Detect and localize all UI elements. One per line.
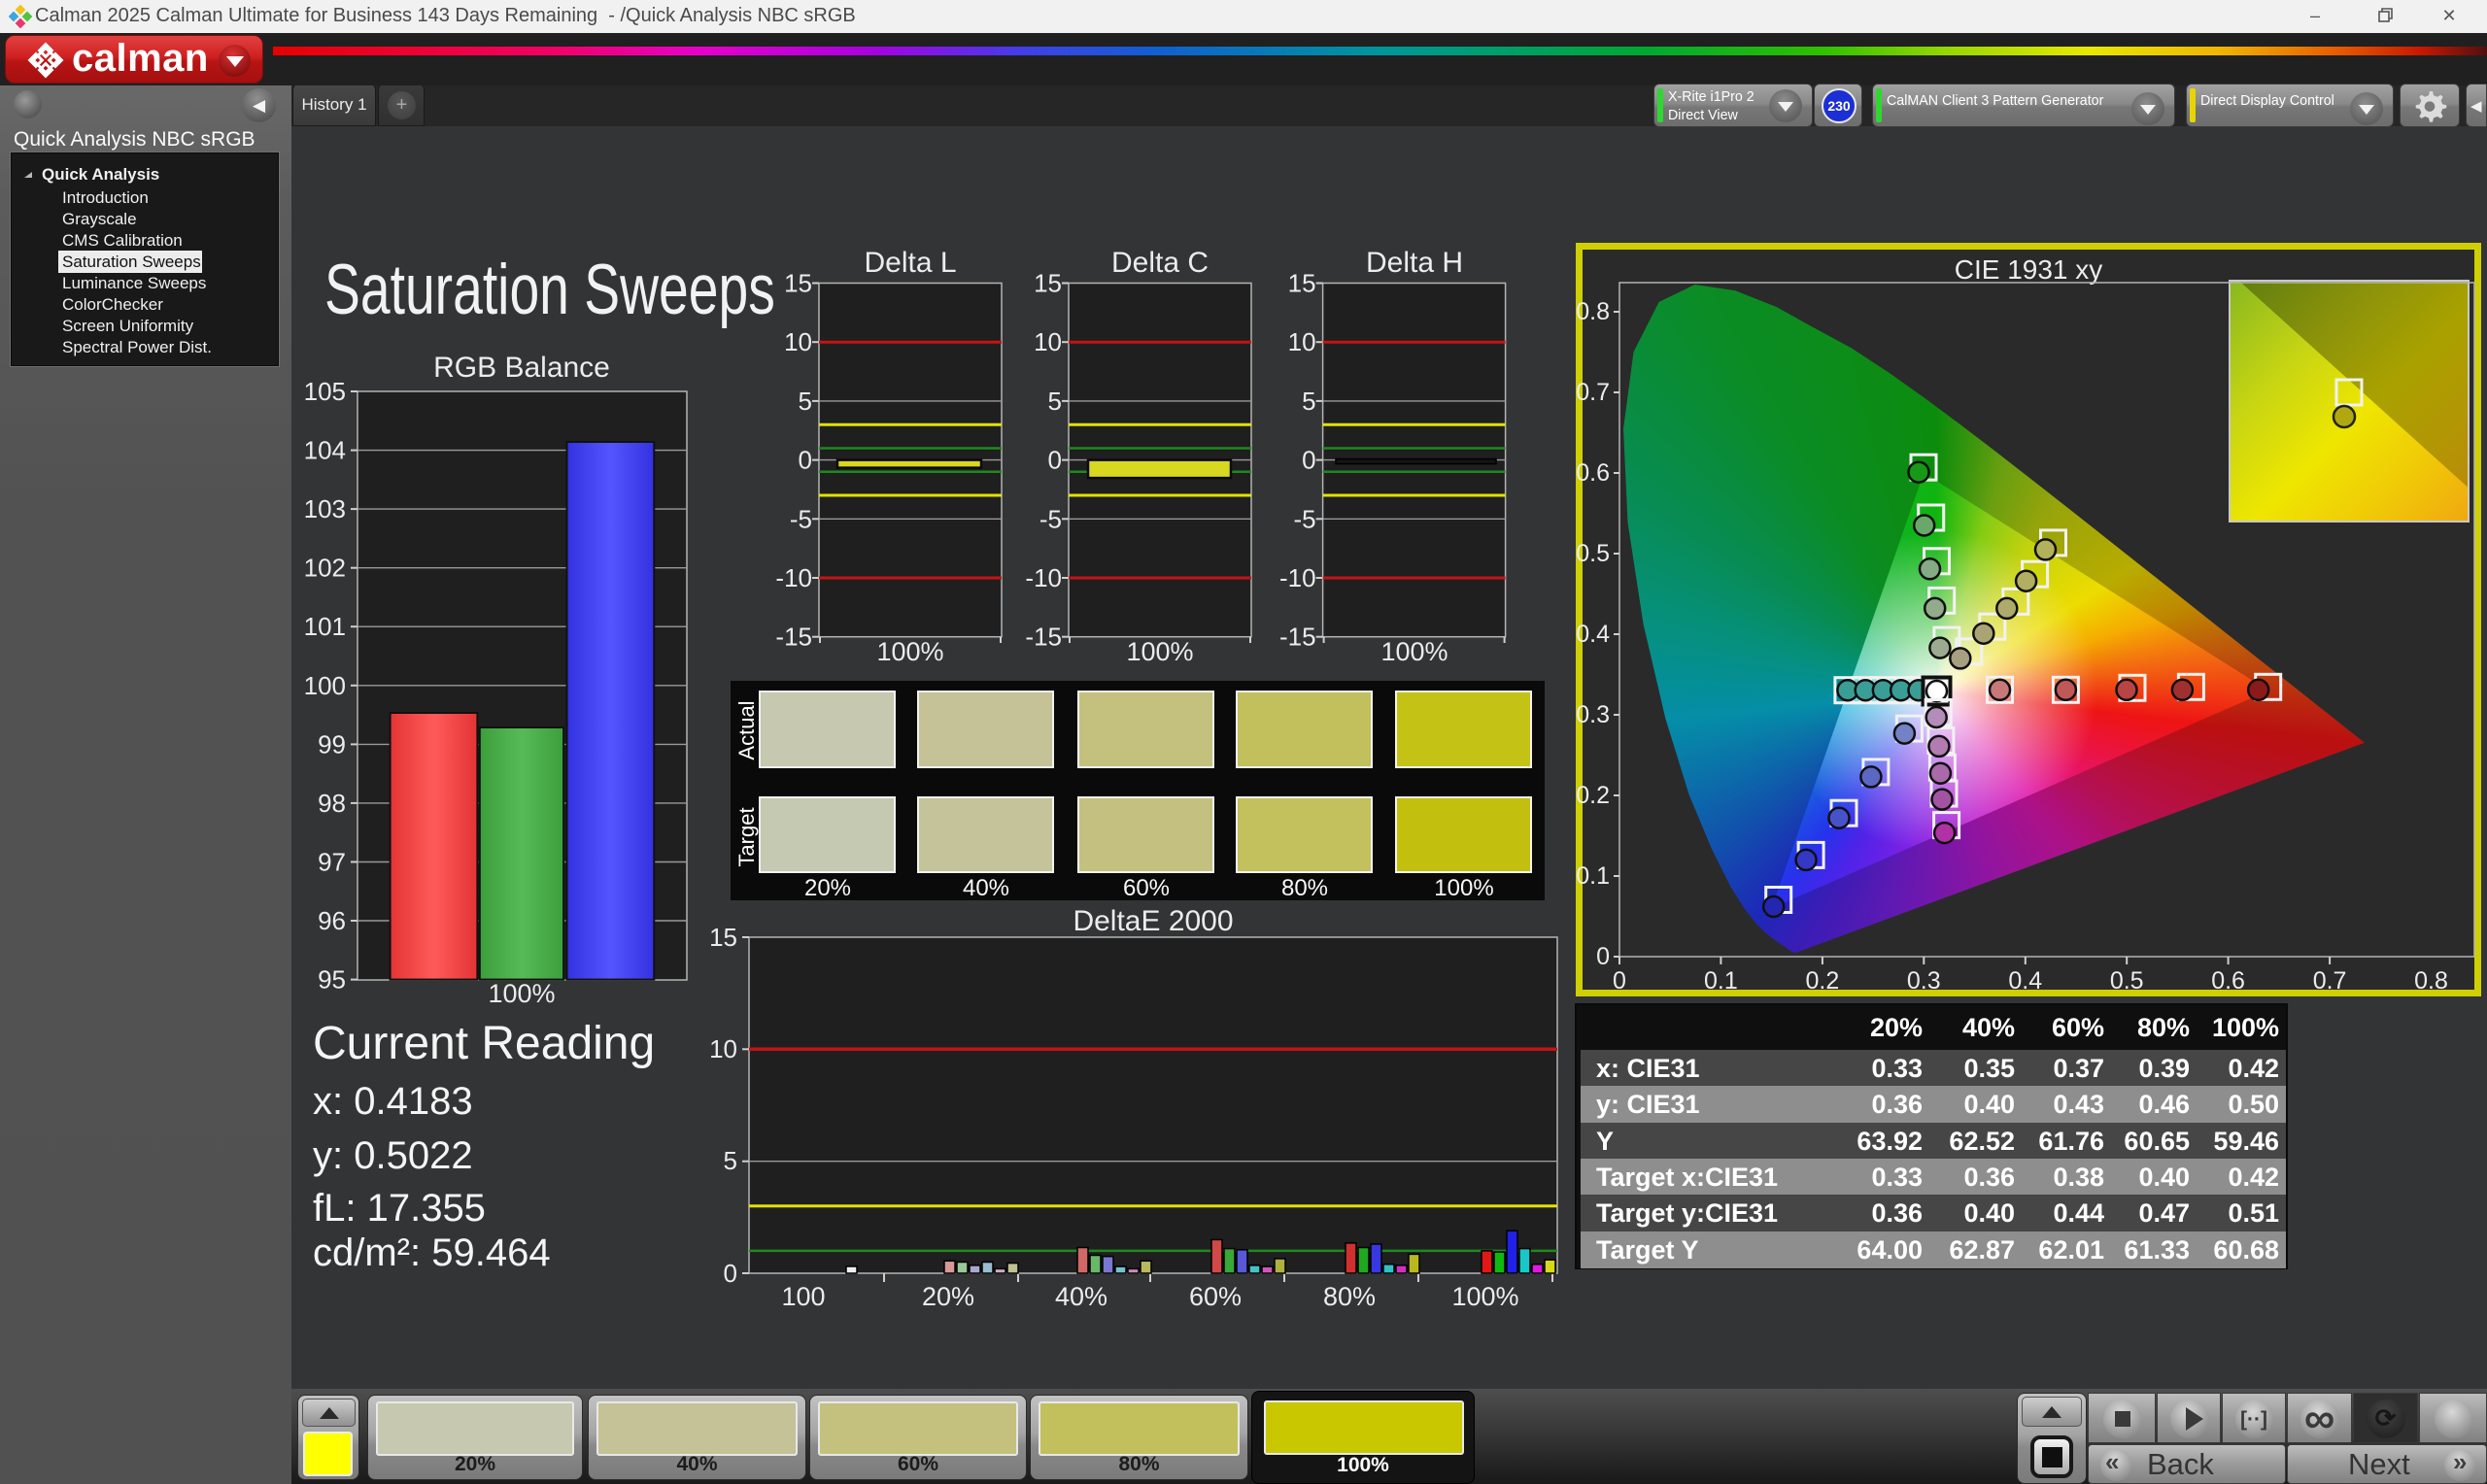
svg-text:105: 105 [304, 377, 346, 406]
svg-text:10: 10 [784, 327, 812, 356]
svg-text:0.5: 0.5 [2110, 967, 2144, 995]
svg-text:10: 10 [709, 1034, 737, 1063]
svg-text:5: 5 [1048, 387, 1062, 416]
svg-text:100: 100 [781, 1282, 825, 1311]
svg-text:-5: -5 [1293, 504, 1315, 533]
svg-text:100%: 100% [488, 979, 555, 1008]
svg-text:Delta H: Delta H [1366, 247, 1463, 279]
svg-text:15: 15 [784, 269, 812, 298]
svg-text:-5: -5 [790, 504, 812, 533]
svg-text:Delta C: Delta C [1111, 247, 1209, 279]
svg-text:0: 0 [1613, 967, 1626, 995]
svg-text:100%: 100% [1380, 637, 1448, 666]
svg-text:100%: 100% [1451, 1282, 1518, 1311]
svg-text:-5: -5 [1039, 504, 1062, 533]
svg-text:0.4: 0.4 [1576, 621, 1610, 648]
svg-text:0.1: 0.1 [1576, 862, 1610, 890]
svg-text:-10: -10 [1279, 563, 1316, 592]
svg-text:-15: -15 [1279, 623, 1316, 652]
svg-text:103: 103 [304, 494, 346, 523]
svg-text:5: 5 [724, 1146, 737, 1175]
svg-text:0.1: 0.1 [1704, 967, 1738, 995]
svg-text:0.6: 0.6 [2211, 967, 2245, 995]
svg-text:RGB Balance: RGB Balance [433, 352, 610, 384]
svg-text:5: 5 [799, 387, 812, 416]
svg-text:15: 15 [1034, 269, 1062, 298]
svg-text:40%: 40% [1055, 1282, 1107, 1311]
svg-text:104: 104 [304, 436, 346, 465]
svg-text:15: 15 [709, 923, 737, 952]
svg-text:97: 97 [318, 848, 346, 877]
svg-text:100: 100 [304, 671, 346, 700]
svg-text:20%: 20% [922, 1282, 974, 1311]
svg-text:80%: 80% [1323, 1282, 1376, 1311]
svg-text:0.8: 0.8 [1576, 298, 1610, 325]
svg-text:0: 0 [1596, 943, 1610, 970]
svg-text:0.7: 0.7 [1576, 379, 1610, 406]
svg-text:102: 102 [304, 554, 346, 583]
svg-text:-10: -10 [775, 563, 812, 592]
svg-text:0: 0 [1048, 446, 1062, 475]
svg-text:100%: 100% [1126, 637, 1193, 666]
svg-text:DeltaE 2000: DeltaE 2000 [1073, 905, 1233, 937]
svg-text:Delta L: Delta L [864, 247, 956, 279]
svg-text:0: 0 [1302, 446, 1315, 475]
svg-text:60%: 60% [1189, 1282, 1242, 1311]
svg-text:-15: -15 [775, 623, 812, 652]
svg-text:0.3: 0.3 [1576, 701, 1610, 728]
svg-text:10: 10 [1034, 327, 1062, 356]
svg-text:-10: -10 [1025, 563, 1062, 592]
svg-text:0.3: 0.3 [1907, 967, 1941, 995]
svg-text:0.2: 0.2 [1576, 782, 1610, 809]
svg-text:101: 101 [304, 612, 346, 641]
svg-text:0: 0 [724, 1259, 737, 1288]
svg-text:95: 95 [318, 965, 346, 995]
svg-text:98: 98 [318, 789, 346, 818]
svg-text:CIE 1931 xy: CIE 1931 xy [1955, 254, 2103, 285]
svg-text:0.2: 0.2 [1806, 967, 1840, 995]
svg-text:100%: 100% [876, 637, 943, 666]
svg-text:0: 0 [799, 446, 812, 475]
svg-text:10: 10 [1288, 327, 1316, 356]
svg-text:0.6: 0.6 [1576, 459, 1610, 487]
svg-text:0.7: 0.7 [2313, 967, 2347, 995]
svg-text:96: 96 [318, 906, 346, 935]
svg-text:0.4: 0.4 [2008, 967, 2042, 995]
svg-text:0.8: 0.8 [2414, 967, 2448, 995]
svg-text:5: 5 [1302, 387, 1315, 416]
svg-text:-15: -15 [1025, 623, 1062, 652]
svg-text:99: 99 [318, 729, 346, 759]
svg-text:15: 15 [1288, 269, 1316, 298]
svg-text:0.5: 0.5 [1576, 540, 1610, 567]
